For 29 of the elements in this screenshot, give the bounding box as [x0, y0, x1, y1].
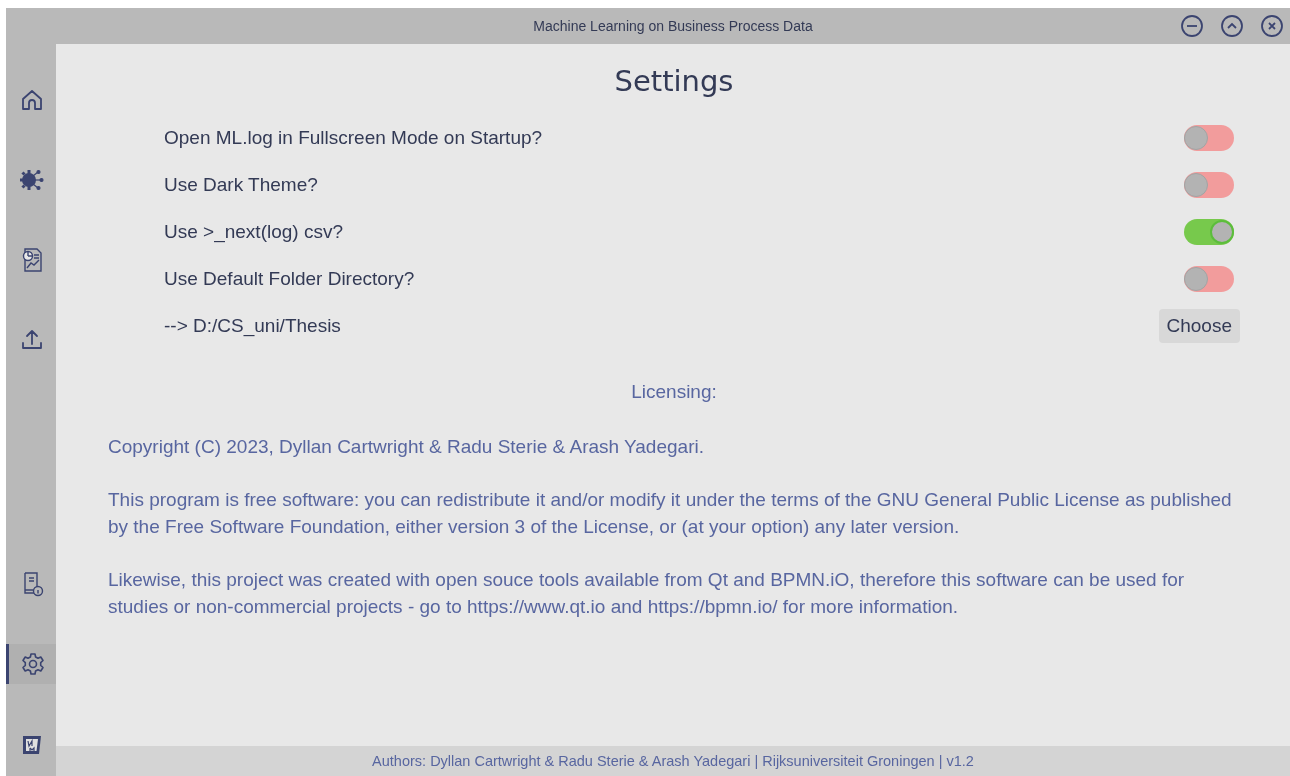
toggle-switch[interactable] — [1184, 265, 1234, 292]
license-paragraph: Likewise, this project was created with open souce tools available from Qt and BPMN.iO, therefore this software can be used for studies or non-commercial projects - go to https://www.qt.io and https://bpmn.io/ for more information. — [108, 568, 1186, 619]
minimize-button[interactable] — [1180, 14, 1204, 38]
toggle-switch[interactable] — [1184, 124, 1234, 151]
maximize-button[interactable] — [1220, 14, 1244, 38]
setting-label: Use >_next(log) csv? — [164, 220, 343, 243]
home-icon — [20, 88, 44, 112]
close-icon — [1260, 14, 1284, 38]
upload-icon — [20, 328, 44, 352]
toggle-switch[interactable] — [1184, 218, 1234, 245]
close-button[interactable] — [1260, 14, 1284, 38]
chevron-up-icon — [1220, 14, 1244, 38]
folder-path: --> D:/CS_uni/Thesis — [164, 314, 341, 337]
toggle-switch[interactable] — [1184, 171, 1234, 198]
license-paragraph: This program is free software: you can redistribute it and/or modify it under the terms of the GNU General Public License as published by the Free Software Foundation, either version 3 of the License, or (at your option) any later version. — [108, 488, 1233, 539]
setting-label: Use Default Folder Directory? — [164, 267, 415, 290]
report-chart-icon — [20, 247, 44, 273]
license-paragraph: Copyright (C) 2023, Dyllan Cartwright & Radu Sterie & Arash Yadegari. — [108, 435, 705, 459]
licensing-heading: Licensing: — [630, 381, 718, 403]
choose-button[interactable]: Choose — [1158, 308, 1240, 343]
minimize-icon — [1180, 14, 1204, 38]
sidebar-settings-button[interactable] — [6, 644, 56, 684]
page-title: Settings — [613, 64, 735, 98]
authors-text: Authors: Dyllan Cartwright & Radu Sterie & Arash Yadegari | Rijksuniversiteit Groningen | v1.2 — [372, 753, 974, 769]
settings-icon — [20, 652, 45, 676]
gear-network-icon — [19, 168, 45, 192]
setting-label: Use Dark Theme? — [164, 173, 318, 196]
setting-label: Open ML.log in Fullscreen Mode on Startup? — [164, 126, 543, 149]
window-title: Machine Learning on Business Process Data — [533, 18, 813, 34]
